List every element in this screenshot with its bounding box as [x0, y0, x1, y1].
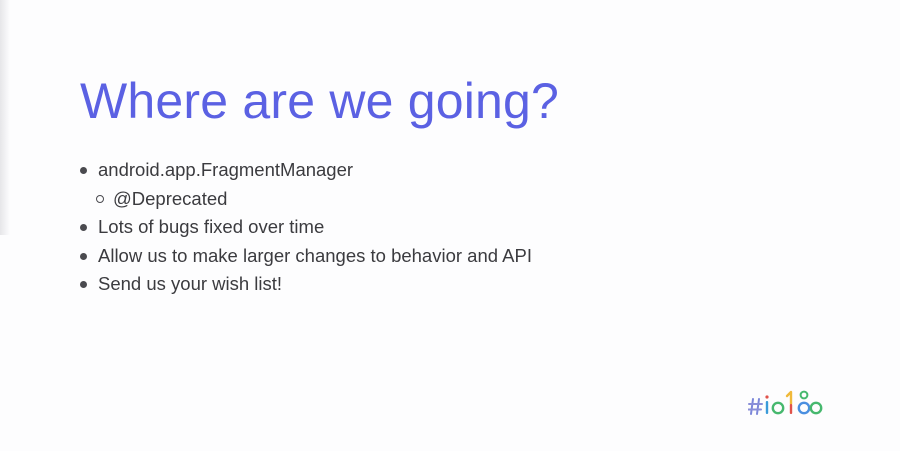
bullet-text: Send us your wish list!: [98, 273, 283, 294]
logo-hash-icon: [748, 398, 763, 415]
sub-bullet-item: @Deprecated: [80, 185, 700, 214]
bullet-dot-icon: [80, 167, 87, 174]
google-io-18-logo-icon: [748, 390, 823, 415]
hollow-bullet-icon: [96, 195, 104, 203]
logo-o-icon: [771, 401, 785, 415]
bullet-dot-icon: [80, 252, 87, 260]
bullet-text: Lots of bugs fixed over time: [98, 216, 325, 237]
bullet-dot-icon: [80, 224, 87, 231]
slide-title: Where are we going?: [80, 73, 560, 129]
sub-bullet-text: @Deprecated: [113, 187, 228, 209]
bullet-item: Lots of bugs fixed over time: [80, 213, 700, 242]
logo-eight-icon: [797, 390, 823, 415]
left-edge-shadow: [0, 0, 10, 235]
bullet-list: android.app.FragmentManager @Deprecated …: [80, 156, 700, 299]
bullet-dot-icon: [80, 281, 87, 288]
logo-one-icon: [785, 390, 793, 414]
bullet-item: android.app.FragmentManager: [80, 156, 700, 185]
bullet-item: Allow us to make larger changes to behav…: [80, 242, 700, 271]
presentation-slide: Where are we going? android.app.Fragment…: [0, 0, 900, 451]
bullet-item: Send us your wish list!: [80, 270, 700, 299]
bullet-text: Allow us to make larger changes to behav…: [98, 244, 532, 266]
bullet-text: android.app.FragmentManager: [98, 159, 354, 180]
logo-i-icon: [765, 395, 769, 414]
